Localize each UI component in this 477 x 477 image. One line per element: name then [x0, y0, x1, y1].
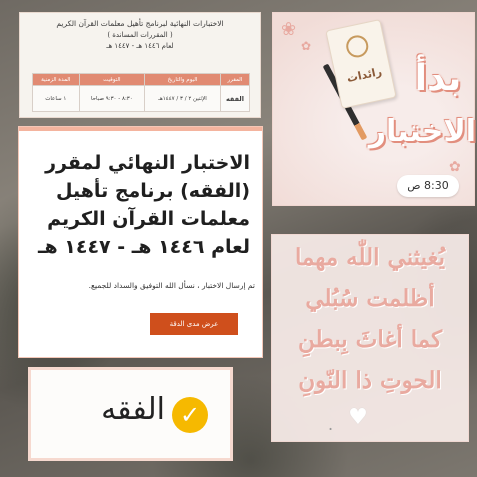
- column-header: التوقيت: [78, 73, 146, 86]
- flower-icon: ✿: [449, 159, 461, 175]
- fiqh-check-card: ✓ الفقه: [28, 367, 233, 461]
- dua-line: كما أغاثَ بِبطنِ: [297, 326, 443, 353]
- logo-text: رائدات: [345, 65, 384, 86]
- table-cell: الفقه: [219, 85, 251, 112]
- logo-mark-icon: [344, 33, 371, 60]
- view-accuracy-button[interactable]: عرض مدى الدقة: [150, 313, 238, 335]
- flower-icon: ✿: [301, 39, 312, 53]
- column-header: اليوم والتاريخ: [144, 73, 221, 86]
- time-badge: 8:30 ص: [397, 175, 459, 197]
- schedule-table-header: المقرر اليوم والتاريخ التوقيت المدة الزم…: [32, 73, 251, 86]
- schedule-year: لعام ١٤٤٦ هـ - ١٤٤٧ هـ: [106, 42, 174, 50]
- start-title-line2: الاختبار: [368, 114, 476, 149]
- schedule-card: الاختبارات النهائية لبرنامج تأهيل معلمات…: [19, 12, 261, 118]
- table-cell: الإثنين ٢ / ٣ / ١٤٤٧هـ: [144, 85, 221, 112]
- schedule-table: المقرر اليوم والتاريخ التوقيت المدة الزم…: [32, 73, 251, 112]
- flower-icon: ❀: [281, 19, 297, 40]
- table-cell: ١ ساعات: [32, 85, 80, 112]
- schedule-subheading: ( المقررات المساندة ): [107, 31, 173, 39]
- heart-icon: ♥: [348, 405, 368, 430]
- period-dot: .: [328, 415, 334, 434]
- exam-message: تم إرسال الاختبار ، نسأل الله التوفيق وا…: [88, 281, 255, 290]
- check-icon: ✓: [172, 397, 208, 433]
- column-header: المقرر: [219, 73, 251, 86]
- start-title-line1: بدأ: [414, 58, 462, 99]
- table-row: الفقه الإثنين ٢ / ٣ / ١٤٤٧هـ ٨:٣٠ - ٩:٣٠…: [32, 85, 251, 112]
- dua-line: أظلمت سُبُلي: [305, 285, 435, 312]
- column-header: المدة الزمنية: [32, 73, 80, 86]
- dua-card: يُغيثني اللّٰه مهما أظلمت سُبُلي كما أغا…: [271, 234, 469, 442]
- dua-line: يُغيثني اللّٰه مهما: [294, 244, 446, 271]
- fiqh-label: الفقه: [101, 392, 165, 427]
- schedule-heading: الاختبارات النهائية لبرنامج تأهيل معلمات…: [56, 19, 224, 28]
- dua-line: الحوتِ ذا النّونِ: [298, 367, 442, 394]
- exam-title: الاختبار النهائي لمقرر (الفقه) برنامج تأ…: [37, 152, 250, 258]
- table-cell: ٨:٣٠ - ٩:٣٠ صباحا: [78, 85, 146, 112]
- exam-card: الاختبار النهائي لمقرر (الفقه) برنامج تأ…: [19, 127, 262, 357]
